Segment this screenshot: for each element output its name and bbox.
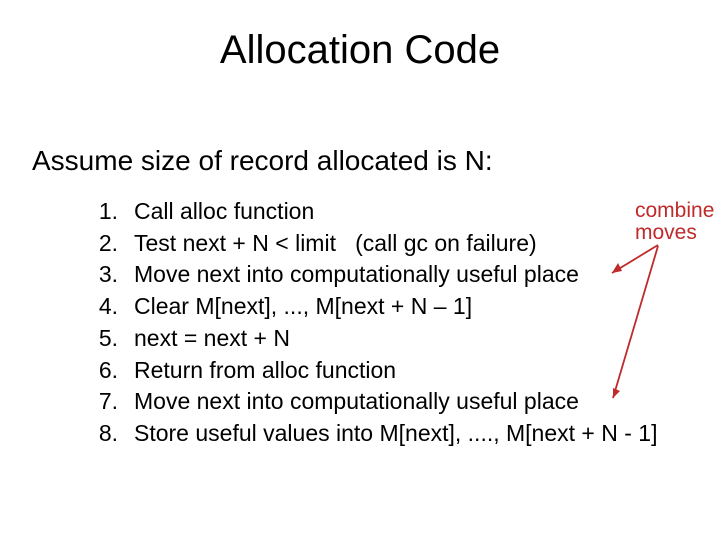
annotation-line2: moves xyxy=(635,221,697,244)
step-number: 6. xyxy=(70,355,134,387)
list-item: 4. Clear M[next], ..., M[next + N – 1] xyxy=(70,291,657,323)
step-text: Move next into computationally useful pl… xyxy=(134,259,579,291)
step-text: Call alloc function xyxy=(134,196,314,228)
intro-text: Assume size of record allocated is N: xyxy=(32,145,493,177)
annotation-line1: combine xyxy=(635,199,714,222)
step-text: Store useful values into M[next], ...., … xyxy=(134,418,657,450)
step-text: Clear M[next], ..., M[next + N – 1] xyxy=(134,291,472,323)
annotation-label: combine moves xyxy=(635,200,714,244)
list-item: 6. Return from alloc function xyxy=(70,355,657,387)
steps-list: 1. Call alloc function 2. Test next + N … xyxy=(70,196,657,450)
slide-title: Allocation Code xyxy=(0,28,720,73)
step-number: 5. xyxy=(70,323,134,355)
step-number: 4. xyxy=(70,291,134,323)
step-text: Return from alloc function xyxy=(134,355,396,387)
step-text: next = next + N xyxy=(134,323,290,355)
list-item: 1. Call alloc function xyxy=(70,196,657,228)
step-text: Test next + N < limit (call gc on failur… xyxy=(134,228,537,260)
step-number: 3. xyxy=(70,259,134,291)
list-item: 3. Move next into computationally useful… xyxy=(70,259,657,291)
list-item: 2. Test next + N < limit (call gc on fai… xyxy=(70,228,657,260)
step-number: 1. xyxy=(70,196,134,228)
step-number: 7. xyxy=(70,386,134,418)
slide: Allocation Code Assume size of record al… xyxy=(0,0,720,540)
step-number: 8. xyxy=(70,418,134,450)
step-number: 2. xyxy=(70,228,134,260)
list-item: 5. next = next + N xyxy=(70,323,657,355)
list-item: 8. Store useful values into M[next], ...… xyxy=(70,418,657,450)
step-text: Move next into computationally useful pl… xyxy=(134,386,579,418)
list-item: 7. Move next into computationally useful… xyxy=(70,386,657,418)
